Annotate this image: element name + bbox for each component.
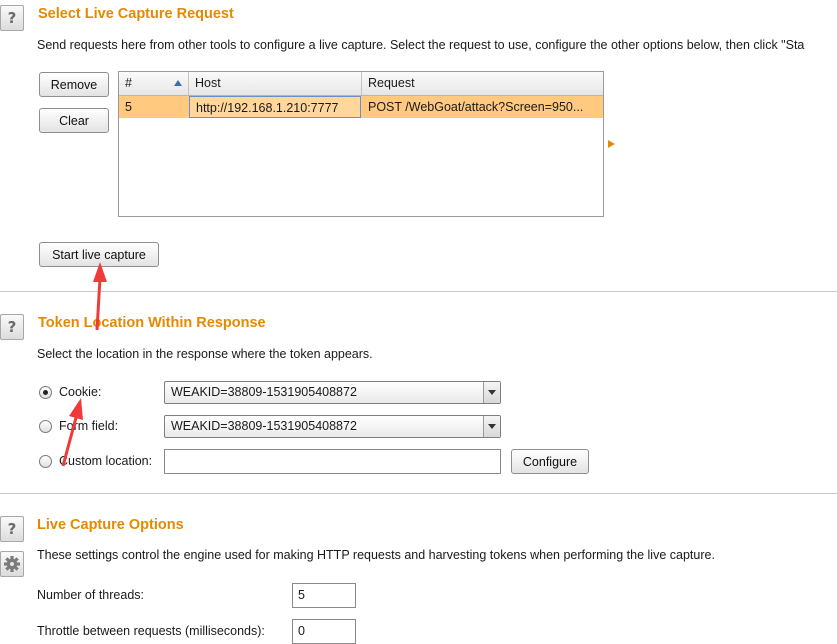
help-icon[interactable]: ? [0,516,24,542]
section-title-options: Live Capture Options [37,517,184,533]
cookie-label: Cookie: [59,385,102,399]
options-description: These settings control the engine used f… [37,548,715,562]
column-header-host[interactable]: Host [189,72,362,95]
table-header: # Host Request [119,72,603,96]
remove-button[interactable]: Remove [39,72,109,97]
section-title-token: Token Location Within Response [38,315,266,331]
column-header-number[interactable]: # [119,72,189,95]
threads-input[interactable]: 5 [292,583,356,608]
cookie-radio[interactable] [39,386,52,399]
start-live-capture-button[interactable]: Start live capture [39,242,159,267]
table-row[interactable]: 5 http://192.168.1.210:7777 POST /WebGoa… [119,96,603,118]
section-divider [0,493,837,494]
cell-host: http://192.168.1.210:7777 [189,96,361,118]
token-description: Select the location in the response wher… [37,347,373,361]
section-title-capture: Select Live Capture Request [38,6,234,22]
chevron-down-icon [483,416,500,437]
form-field-select-value: WEAKID=38809-1531905408872 [171,419,357,433]
throttle-label: Throttle between requests (milliseconds)… [37,624,265,638]
form-field-select[interactable]: WEAKID=38809-1531905408872 [164,415,501,438]
column-header-label: # [125,76,132,90]
throttle-input[interactable]: 0 [292,619,356,644]
request-table[interactable]: # Host Request 5 http://192.168.1.210:77… [118,71,604,217]
custom-location-label: Custom location: [59,454,153,468]
capture-description: Send requests here from other tools to c… [37,38,805,52]
cell-number: 5 [125,100,132,114]
help-icon[interactable]: ? [0,314,24,340]
gear-icon[interactable] [0,551,24,577]
chevron-down-icon [483,382,500,403]
form-field-radio[interactable] [39,420,52,433]
form-field-label: Form field: [59,419,119,433]
triangle-right-icon[interactable] [608,140,615,148]
threads-label: Number of threads: [37,588,144,602]
help-icon[interactable]: ? [0,5,24,31]
custom-location-input[interactable] [164,449,501,474]
cookie-select[interactable]: WEAKID=38809-1531905408872 [164,381,501,404]
cookie-select-value: WEAKID=38809-1531905408872 [171,385,357,399]
section-divider [0,291,837,292]
custom-location-radio[interactable] [39,455,52,468]
cell-request: POST /WebGoat/attack?Screen=950... [368,100,584,114]
configure-button[interactable]: Configure [511,449,589,474]
sort-ascending-icon [174,80,182,86]
column-header-request[interactable]: Request [362,72,603,95]
clear-button[interactable]: Clear [39,108,109,133]
